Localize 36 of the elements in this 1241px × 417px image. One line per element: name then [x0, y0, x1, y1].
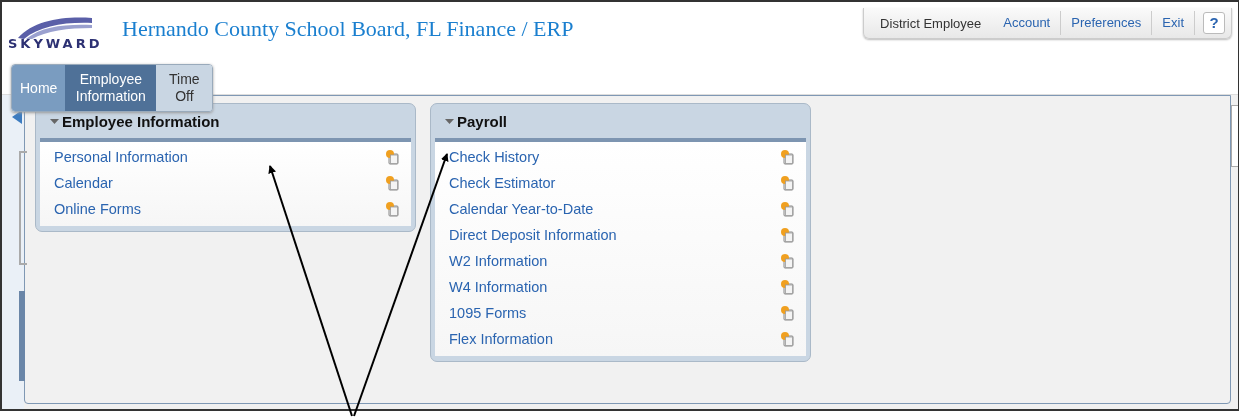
card-title: Payroll [457, 112, 508, 130]
new-window-icon[interactable] [385, 201, 399, 217]
menu-link[interactable]: W2 Information [449, 253, 548, 269]
menu-link[interactable]: Check Estimator [449, 175, 556, 191]
new-window-icon[interactable] [780, 227, 794, 243]
menu-link[interactable]: Flex Information [449, 331, 553, 347]
menu-link[interactable]: 1095 Forms [449, 305, 527, 321]
new-window-icon[interactable] [780, 149, 794, 165]
new-window-icon[interactable] [780, 201, 794, 217]
skyward-logo: SKYWARD [8, 2, 104, 51]
new-window-icon[interactable] [780, 305, 794, 321]
header-link[interactable]: Exit [1152, 11, 1195, 35]
new-window-icon[interactable] [780, 279, 794, 295]
new-window-icon[interactable] [385, 149, 399, 165]
new-window-icon[interactable] [780, 331, 794, 347]
header-link[interactable]: Preferences [1061, 11, 1153, 35]
nav-tab[interactable]: Employee Information [65, 65, 157, 111]
menu-link[interactable]: W4 Information [449, 279, 548, 295]
card-title: Employee Information [62, 112, 220, 130]
menu-link[interactable]: Calendar [54, 175, 113, 191]
nav-tab[interactable]: Time Off [156, 65, 213, 111]
help-button[interactable]: ? [1203, 12, 1225, 34]
menu-link[interactable]: Personal Information [54, 149, 188, 165]
collapse-arrow-icon[interactable] [12, 110, 22, 124]
page-title: Hernando County School Board, FL Finance / ERP [122, 16, 575, 42]
menu-link[interactable]: Online Forms [54, 201, 142, 217]
caret-icon[interactable] [445, 117, 454, 125]
menu-link[interactable]: Check History [449, 149, 540, 165]
menu-link[interactable]: Calendar Year-to-Date [449, 201, 594, 217]
user-role-label: District Employee [879, 15, 983, 31]
new-window-icon[interactable] [780, 175, 794, 191]
menu-link[interactable]: Direct Deposit Information [449, 227, 617, 243]
new-window-icon[interactable] [780, 253, 794, 269]
header-link[interactable]: Account [993, 11, 1062, 35]
new-window-icon[interactable] [385, 175, 399, 191]
caret-icon[interactable] [50, 117, 59, 125]
